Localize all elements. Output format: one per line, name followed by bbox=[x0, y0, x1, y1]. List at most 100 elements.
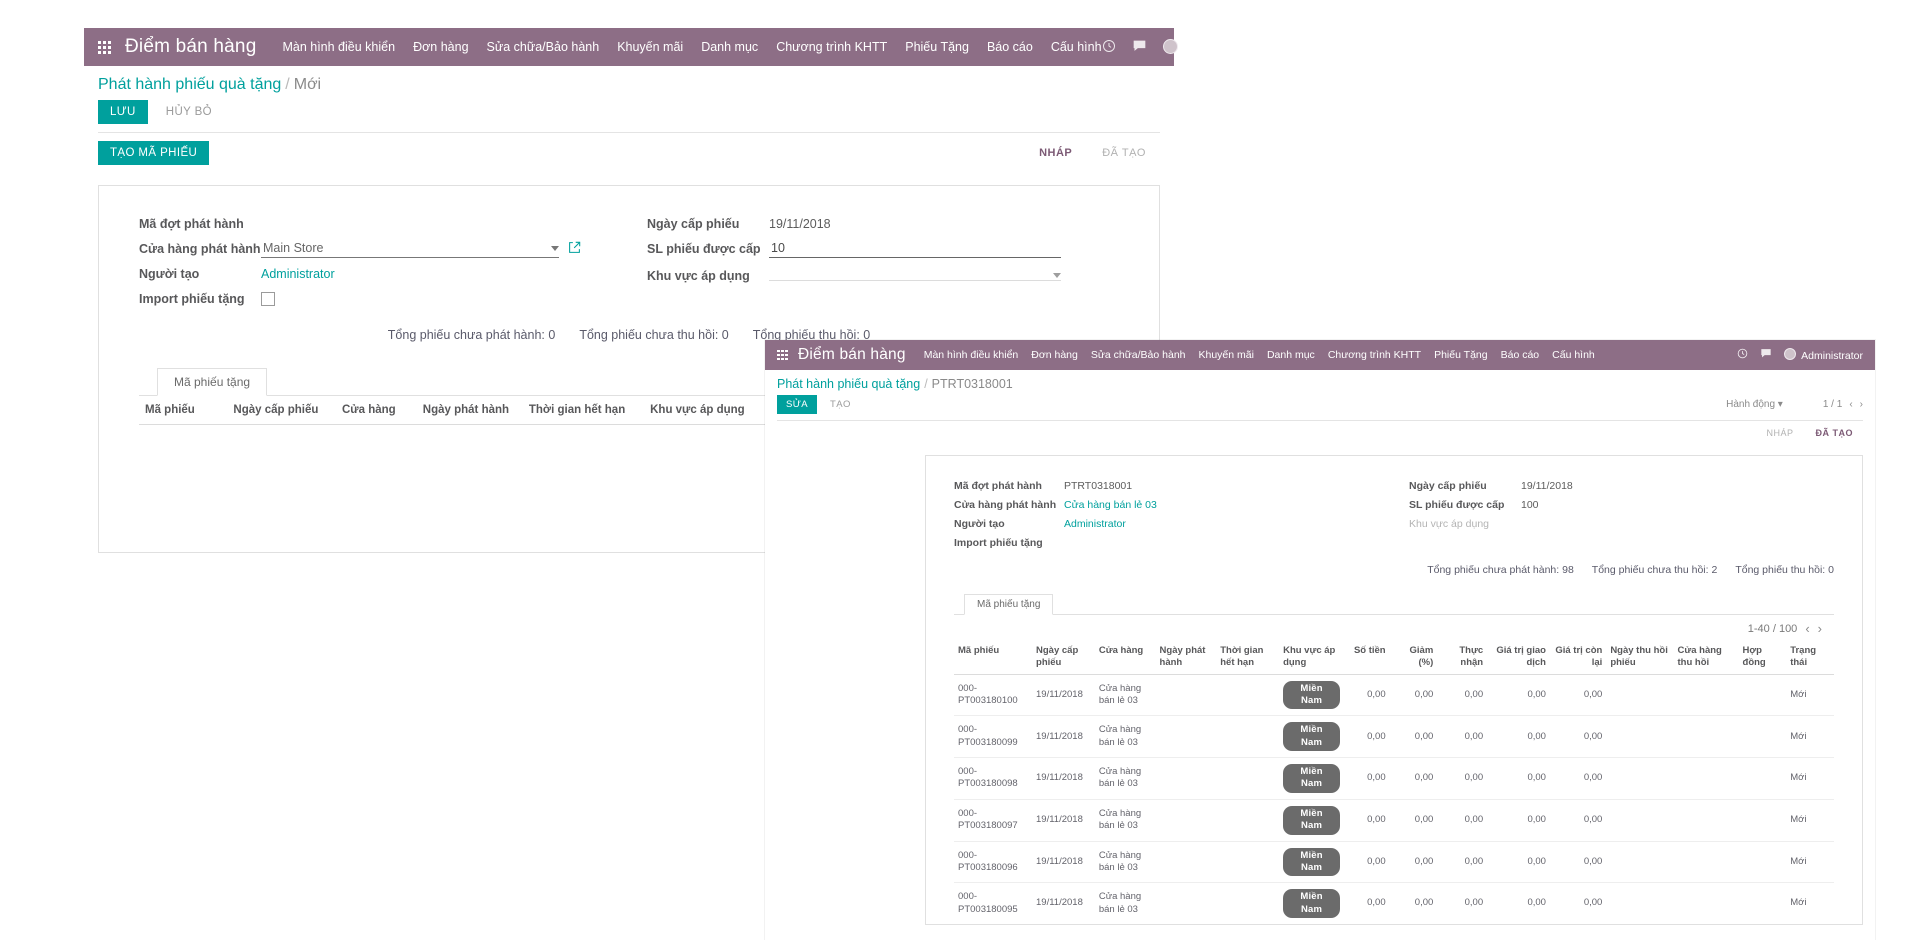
region-badge: Miền Nam bbox=[1283, 722, 1340, 751]
menu-item-loyalty[interactable]: Chương trình KHTT bbox=[776, 40, 887, 54]
cell-khu-vuc-ap-dung: Miền Nam bbox=[1279, 674, 1344, 716]
status-step-created[interactable]: ĐÃ TẠO bbox=[1806, 425, 1864, 441]
breadcrumb-root[interactable]: Phát hành phiếu quà tặng bbox=[777, 377, 920, 391]
menu-item-reports[interactable]: Báo cáo bbox=[987, 40, 1033, 54]
menu-item-orders[interactable]: Đơn hàng bbox=[1031, 349, 1078, 361]
next-page-icon[interactable]: › bbox=[1818, 621, 1822, 636]
grid-apps-icon[interactable] bbox=[777, 350, 788, 361]
user-menu-two[interactable]: Administrator bbox=[1784, 348, 1863, 362]
navbar-right-one: Administrator bbox=[1102, 39, 1257, 56]
chat-bubble-icon[interactable] bbox=[1132, 39, 1147, 56]
save-button[interactable]: LƯU bbox=[98, 100, 148, 124]
total-unissued: Tổng phiếu chưa phát hành: 98 bbox=[1427, 564, 1574, 576]
menu-item-settings[interactable]: Cấu hình bbox=[1051, 40, 1102, 54]
store-select[interactable]: Main Store bbox=[261, 240, 559, 258]
col-so-tien[interactable]: Số tiền bbox=[1344, 640, 1390, 674]
col-thuc-nhan[interactable]: Thực nhận bbox=[1437, 640, 1487, 674]
col-ngay-cap-phieu[interactable]: Ngày cấp phiếu bbox=[227, 396, 336, 425]
status-row-two: NHÁP ĐÃ TẠO bbox=[777, 421, 1863, 447]
cell-ma-phieu: 000-PT003180100 bbox=[954, 674, 1032, 716]
menu-item-repair[interactable]: Sửa chữa/Bảo hành bbox=[487, 40, 600, 54]
creator-link[interactable]: Administrator bbox=[1064, 518, 1126, 530]
create-button[interactable]: TẠO bbox=[827, 395, 854, 414]
status-step-draft[interactable]: NHÁP bbox=[1756, 425, 1803, 441]
col-ngay-thu-hoi-phieu[interactable]: Ngày thu hồi phiếu bbox=[1606, 640, 1673, 674]
cell-ngay-phat-hanh bbox=[1156, 674, 1217, 716]
menu-item-gift-voucher[interactable]: Phiếu Tặng bbox=[905, 40, 969, 54]
cell-giam: 0,00 bbox=[1390, 841, 1438, 883]
menu-item-dashboard[interactable]: Màn hình điều khiển bbox=[282, 40, 395, 54]
col-ma-phieu[interactable]: Mã phiếu bbox=[139, 396, 227, 425]
cell-ngay-cap-phieu: 19/11/2018 bbox=[1032, 924, 1095, 925]
col-ngay-phat-hanh[interactable]: Ngày phát hành bbox=[1156, 640, 1217, 674]
discard-button[interactable]: HỦY BỎ bbox=[162, 100, 216, 124]
col-cua-hang[interactable]: Cửa hàng bbox=[1095, 640, 1156, 674]
control-panel-two: Phát hành phiếu quà tặng/PTRT0318001 SỬA… bbox=[765, 370, 1875, 447]
store-link[interactable]: Cửa hàng bán lẻ 03 bbox=[1064, 499, 1157, 511]
table-row[interactable]: 000-PT00318009519/11/2018Cửa hàng bán lẻ… bbox=[954, 883, 1834, 925]
col-hop-dong[interactable]: Hợp đồng bbox=[1739, 640, 1787, 674]
tab-ma-phieu-tang[interactable]: Mã phiếu tặng bbox=[964, 594, 1053, 615]
col-giam[interactable]: Giảm (%) bbox=[1390, 640, 1438, 674]
cell-ngay-phat-hanh bbox=[1156, 841, 1217, 883]
prev-record-icon[interactable]: ‹ bbox=[1849, 399, 1852, 410]
col-khu-vuc-ap-dung[interactable]: Khu vực áp dụng bbox=[1279, 640, 1344, 674]
clock-icon[interactable] bbox=[1737, 348, 1748, 362]
menu-item-catalog[interactable]: Danh mục bbox=[1267, 349, 1315, 361]
field-ma-dot-phat-hanh: Mã đợt phát hành PTRT0318001 bbox=[954, 478, 1379, 494]
prev-page-icon[interactable]: ‹ bbox=[1805, 621, 1809, 636]
col-ngay-phat-hanh[interactable]: Ngày phát hành bbox=[417, 396, 523, 425]
menu-item-promotion[interactable]: Khuyến mãi bbox=[617, 40, 683, 54]
user-menu-one[interactable]: Administrator bbox=[1163, 39, 1257, 55]
grid-apps-icon[interactable] bbox=[98, 41, 111, 54]
menu-item-settings[interactable]: Cấu hình bbox=[1552, 349, 1595, 361]
menu-item-orders[interactable]: Đơn hàng bbox=[413, 40, 468, 54]
cell-cua-hang-thu-hoi bbox=[1674, 841, 1739, 883]
cell-khu-vuc-ap-dung: Miền Nam bbox=[1279, 758, 1344, 800]
clock-icon[interactable] bbox=[1102, 39, 1116, 56]
table-row[interactable]: 000-PT00318009419/11/2018Cửa hàng bán lẻ… bbox=[954, 924, 1834, 925]
import-voucher-checkbox[interactable] bbox=[261, 292, 275, 306]
chat-bubble-icon[interactable] bbox=[1760, 348, 1772, 362]
col-khu-vuc-ap-dung[interactable]: Khu vực áp dụng bbox=[644, 396, 768, 425]
creator-link[interactable]: Administrator bbox=[261, 267, 335, 281]
voucher-quantity-input[interactable] bbox=[769, 240, 1061, 258]
col-cua-hang[interactable]: Cửa hàng bbox=[336, 396, 417, 425]
table-row[interactable]: 000-PT00318009819/11/2018Cửa hàng bán lẻ… bbox=[954, 758, 1834, 800]
generate-voucher-codes-button[interactable]: TẠO MÃ PHIẾU bbox=[98, 141, 209, 165]
region-select[interactable] bbox=[769, 272, 1061, 281]
col-trang-thai[interactable]: Trạng thái bbox=[1786, 640, 1834, 674]
voucher-table-body-two: 000-PT003180100 19/11/2018Cửa hàng bán lẻ… bbox=[954, 674, 1834, 925]
menu-item-promotion[interactable]: Khuyến mãi bbox=[1199, 349, 1254, 361]
table-row[interactable]: 000-PT00318009719/11/2018Cửa hàng bán lẻ… bbox=[954, 799, 1834, 841]
list-counter: 1-40 / 100 bbox=[1748, 623, 1798, 635]
col-thoi-gian-het-han[interactable]: Thời gian hết hạn bbox=[523, 396, 644, 425]
breadcrumb-root[interactable]: Phát hành phiếu quà tặng bbox=[98, 76, 281, 93]
col-cua-hang-thu-hoi[interactable]: Cửa hàng thu hồi bbox=[1674, 640, 1739, 674]
table-row[interactable]: 000-PT00318009619/11/2018Cửa hàng bán lẻ… bbox=[954, 841, 1834, 883]
cell-cua-hang: Cửa hàng bán lẻ 03 bbox=[1095, 924, 1156, 925]
table-row[interactable]: 000-PT00318010019/11/2018Cửa hàng bán lẻ… bbox=[954, 674, 1834, 716]
secondary-action-row-one: TẠO MÃ PHIẾU NHÁP ĐÃ TẠO bbox=[98, 133, 1160, 175]
status-bar-two: NHÁP ĐÃ TẠO bbox=[1756, 425, 1863, 441]
menu-item-dashboard[interactable]: Màn hình điều khiển bbox=[924, 349, 1019, 361]
external-link-icon[interactable] bbox=[568, 241, 581, 257]
col-gia-tri-con-lai[interactable]: Giá trị còn lại bbox=[1550, 640, 1606, 674]
table-row[interactable]: 000-PT00318009919/11/2018Cửa hàng bán lẻ… bbox=[954, 716, 1834, 758]
col-gia-tri-giao-dich[interactable]: Giá trị giao dịch bbox=[1487, 640, 1550, 674]
menu-item-loyalty[interactable]: Chương trình KHTT bbox=[1328, 349, 1421, 361]
status-step-draft[interactable]: NHÁP bbox=[1025, 143, 1086, 163]
menu-item-reports[interactable]: Báo cáo bbox=[1501, 349, 1540, 361]
col-ma-phieu[interactable]: Mã phiếu bbox=[954, 640, 1032, 674]
next-record-icon[interactable]: › bbox=[1860, 399, 1863, 410]
action-dropdown[interactable]: Hành động ▾ bbox=[1726, 399, 1783, 410]
tab-ma-phieu-tang[interactable]: Mã phiếu tặng bbox=[157, 368, 267, 396]
menu-item-repair[interactable]: Sửa chữa/Bảo hành bbox=[1091, 349, 1186, 361]
edit-button[interactable]: SỬA bbox=[777, 395, 817, 414]
col-ngay-cap-phieu[interactable]: Ngày cấp phiếu bbox=[1032, 640, 1095, 674]
menu-item-gift-voucher[interactable]: Phiếu Tặng bbox=[1434, 349, 1488, 361]
record-counter: 1 / 1 bbox=[1823, 399, 1842, 410]
menu-item-catalog[interactable]: Danh mục bbox=[701, 40, 758, 54]
col-thoi-gian-het-han[interactable]: Thời gian hết hạn bbox=[1216, 640, 1279, 674]
status-step-created[interactable]: ĐÃ TẠO bbox=[1088, 143, 1160, 163]
